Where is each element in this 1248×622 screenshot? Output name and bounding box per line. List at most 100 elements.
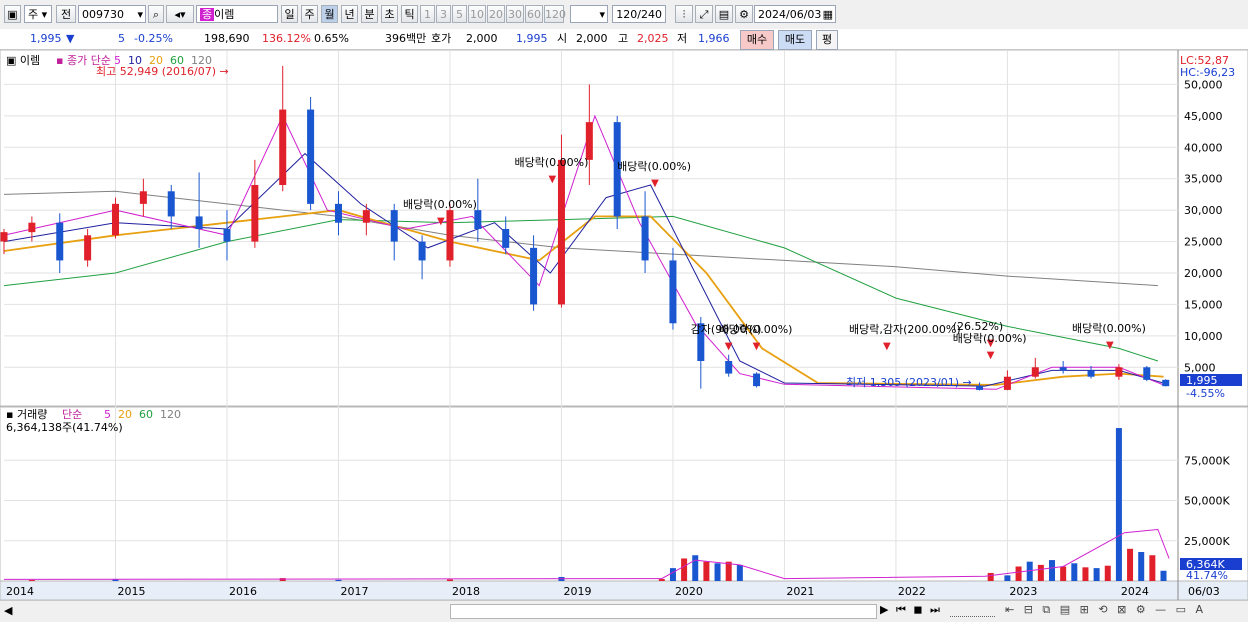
price-tick-1: 45,000 xyxy=(1184,110,1223,123)
x-axis-label-1: 2015 xyxy=(117,585,145,598)
gear-icon[interactable]: ⚙ xyxy=(735,5,753,23)
high-value: 2,025 xyxy=(637,32,669,45)
chart-tools-icons[interactable]: ⇤ ⊟ ⧉ ▤ ⊞ ⟲ ⊠ ⚙ — ▭ A xyxy=(1005,603,1206,617)
candle-body-8 xyxy=(223,229,231,242)
interval-button-5[interactable]: 30 xyxy=(506,5,524,23)
chart-type-select[interactable]: ▾ xyxy=(570,5,608,23)
candle-body-16 xyxy=(446,210,454,261)
x-axis-label-3: 2017 xyxy=(340,585,368,598)
volume-bar-10 xyxy=(703,561,710,581)
volume-bar-3 xyxy=(335,579,342,581)
interval-button-4[interactable]: 20 xyxy=(487,5,505,23)
interval-button-7[interactable]: 120 xyxy=(544,5,566,23)
zoom-slider[interactable] xyxy=(950,604,995,617)
period-button-2[interactable]: 월 xyxy=(321,5,338,23)
period-button-3[interactable]: 년 xyxy=(341,5,358,23)
candle-body-13 xyxy=(362,210,370,223)
interval-button-2[interactable]: 5 xyxy=(452,5,467,23)
save-icon[interactable]: ▤ xyxy=(715,5,733,23)
volume-bar-29 xyxy=(1160,570,1167,581)
date-field[interactable]: 2024/06/03 ▦ xyxy=(754,5,836,23)
annotation-arrow-3: ▼ xyxy=(725,341,733,352)
volume-bar-26 xyxy=(1127,548,1134,581)
search-icon[interactable]: ⌕ xyxy=(148,5,164,23)
prev-button[interactable]: 전 xyxy=(56,5,76,23)
count-total: /240 xyxy=(637,8,662,21)
volume-legend-ma-0: 5 xyxy=(104,408,111,421)
scroll-left-icon[interactable]: ◀ xyxy=(4,604,12,617)
current-price: 1,995 xyxy=(30,32,62,45)
candle-body-34 xyxy=(1143,367,1151,380)
interval-button-6[interactable]: 60 xyxy=(525,5,543,23)
code-input[interactable]: 009730 ▾ xyxy=(78,5,146,23)
quote-value-2: 1,995 xyxy=(516,32,548,45)
annotation-label-4: 배당락(0.00%) xyxy=(719,323,793,336)
draw-tool-icon[interactable]: ⤢ xyxy=(695,5,713,23)
buy-button[interactable]: 매수 xyxy=(740,30,774,50)
candle-icon[interactable]: ⫶ xyxy=(675,5,693,23)
period-button-5[interactable]: 초 xyxy=(381,5,398,23)
count-field[interactable]: 120/240 xyxy=(612,5,666,23)
period-button-0[interactable]: 일 xyxy=(281,5,298,23)
volume-bar-16 xyxy=(1015,566,1022,581)
period-button-1[interactable]: 주 xyxy=(301,5,318,23)
stock-chart[interactable]: 50,000 45,000 40,000 35,000 30,000 25,000 20,0… xyxy=(0,50,1248,600)
price-tick-7: 15,000 xyxy=(1184,298,1223,311)
candle-body-5 xyxy=(139,191,147,204)
candle-body-18 xyxy=(502,229,510,248)
x-axis-label-7: 2021 xyxy=(786,585,814,598)
chevron-down-icon[interactable]: ▾ xyxy=(137,6,143,24)
period-button-6[interactable]: 틱 xyxy=(401,5,418,23)
price-legend-label: ▪ 종가 단순 xyxy=(56,54,111,67)
volume-current-pct: 41.74% xyxy=(1186,569,1228,582)
market-select[interactable]: 주 ▾ xyxy=(24,5,52,23)
x-axis-label-2: 2016 xyxy=(229,585,257,598)
sell-button[interactable]: 매도 xyxy=(778,30,812,50)
annotation-label-0: 배당락(0.00%) xyxy=(515,156,589,169)
volume-bar-8 xyxy=(681,558,688,581)
x-axis-label-10: 2024 xyxy=(1121,585,1149,598)
candle-body-4 xyxy=(111,203,119,236)
x-axis-label-11: 06/03 xyxy=(1188,585,1220,598)
name-value: 이렘 xyxy=(214,8,235,21)
x-axis-label-6: 2020 xyxy=(675,585,703,598)
date-value: 2024/06/03 xyxy=(758,8,822,21)
toolbar: ▣ 주 ▾ 전 009730 ▾ ⌕ ◂▾ 종 이렘 일주월년분초틱 1 3 5 10 20… xyxy=(0,0,1248,30)
price-tick-5: 25,000 xyxy=(1184,236,1223,249)
interval-button-1[interactable]: 3 xyxy=(436,5,451,23)
current-price-pct: -4.55% xyxy=(1186,387,1225,400)
price-legend-ma-2: 20 xyxy=(149,54,163,67)
open-value: 2,000 xyxy=(576,32,608,45)
candle-body-15 xyxy=(418,241,426,261)
trade-amount: 396백만 xyxy=(385,32,427,45)
price-tick-8: 10,000 xyxy=(1184,330,1223,343)
name-badge: 종 xyxy=(200,8,215,21)
annotation-arrow-7: ▼ xyxy=(987,350,995,361)
volume-bar-4 xyxy=(446,579,453,581)
hc-label: HC:-96,23 xyxy=(1180,66,1235,79)
volume-bar-11 xyxy=(714,563,721,581)
low-note: 최저 1,305 (2023/01) → xyxy=(846,376,972,389)
chevron-down-icon[interactable]: ▾ xyxy=(599,6,605,24)
scroll-nav-icons[interactable]: ▶ ⏮ ◼ ⏭ xyxy=(880,603,942,617)
interval-button-0[interactable]: 1 xyxy=(420,5,435,23)
low-value: 1,966 xyxy=(698,32,730,45)
name-field[interactable]: 종 이렘 xyxy=(196,5,278,23)
interval-button-3[interactable]: 10 xyxy=(468,5,486,23)
sound-icon[interactable]: ◂▾ xyxy=(166,5,194,23)
volume-bar-24 xyxy=(1104,565,1111,581)
average-button[interactable]: 평 xyxy=(816,30,838,50)
period-button-4[interactable]: 분 xyxy=(361,5,378,23)
scroll-thumb[interactable] xyxy=(450,604,877,619)
volume-bar-27 xyxy=(1138,552,1145,581)
candle-body-2 xyxy=(56,222,64,261)
market-select-value: 주 xyxy=(28,8,39,21)
price-change-pct: -0.25% xyxy=(134,32,173,45)
quote-label: 호가 xyxy=(431,32,452,45)
x-axis-bg xyxy=(0,580,1248,600)
price-legend-ma-1: 10 xyxy=(128,54,142,67)
annotation-label-7: 배당락(0.00%) xyxy=(953,332,1027,345)
window-menu-icon[interactable]: ▣ xyxy=(4,5,21,23)
price-pane-title: ▣ 이렘 xyxy=(6,54,40,67)
calendar-icon[interactable]: ▦ xyxy=(823,6,833,24)
